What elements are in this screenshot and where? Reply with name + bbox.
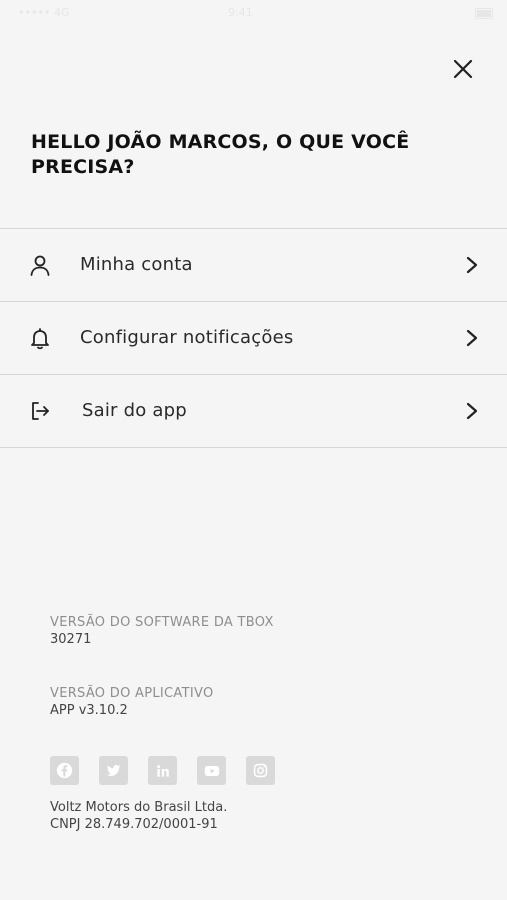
tbox-version-block: VERSÃO DO SOFTWARE DA TBOX 30271 [50,614,274,648]
linkedin-icon [156,764,169,777]
status-time: 9:41 [228,6,253,19]
chevron-right-icon [466,256,478,274]
app-version-block: VERSÃO DO APLICATIVO APP v3.10.2 [50,685,213,719]
twitter-icon [106,764,121,776]
battery-icon [475,8,493,19]
menu-item-sair-do-app[interactable]: Sair do app [0,375,507,448]
company-name: Voltz Motors do Brasil Ltda. [50,800,228,815]
youtube-icon [204,765,219,776]
status-bar: ••••• 4G 9:41 [0,0,507,28]
chevron-right-icon [466,329,478,347]
logout-icon [32,402,49,420]
menu-item-label: Configurar notificações [80,327,294,348]
menu-item-label: Sair do app [82,400,187,421]
bell-icon [31,328,49,350]
carrier-signal: ••••• 4G [18,6,70,19]
close-icon [453,59,473,79]
twitter-button[interactable] [99,756,128,785]
menu-item-minha-conta[interactable]: Minha conta [0,229,507,302]
user-icon [30,255,50,276]
instagram-button[interactable] [246,756,275,785]
menu-list: Minha conta Configurar notificações Sair… [0,228,507,448]
tbox-version-label: VERSÃO DO SOFTWARE DA TBOX [50,615,274,630]
youtube-button[interactable] [197,756,226,785]
menu-item-configurar-notificacoes[interactable]: Configurar notificações [0,302,507,375]
instagram-icon [253,763,268,778]
company-cnpj: CNPJ 28.749.702/0001-91 [50,817,218,832]
app-version-value: APP v3.10.2 [50,703,128,718]
chevron-right-icon [466,402,478,420]
app-version-label: VERSÃO DO APLICATIVO [50,686,214,701]
tbox-version-value: 30271 [50,632,92,647]
social-links [50,756,275,785]
facebook-icon [56,762,73,779]
page-title: HELLO JOÃO MARCOS, O QUE VOCÊ PRECISA? [31,131,410,178]
facebook-button[interactable] [50,756,79,785]
menu-item-label: Minha conta [80,254,193,275]
company-info: Voltz Motors do Brasil Ltda. CNPJ 28.749… [50,799,227,833]
close-button[interactable] [446,52,480,86]
linkedin-button[interactable] [148,756,177,785]
